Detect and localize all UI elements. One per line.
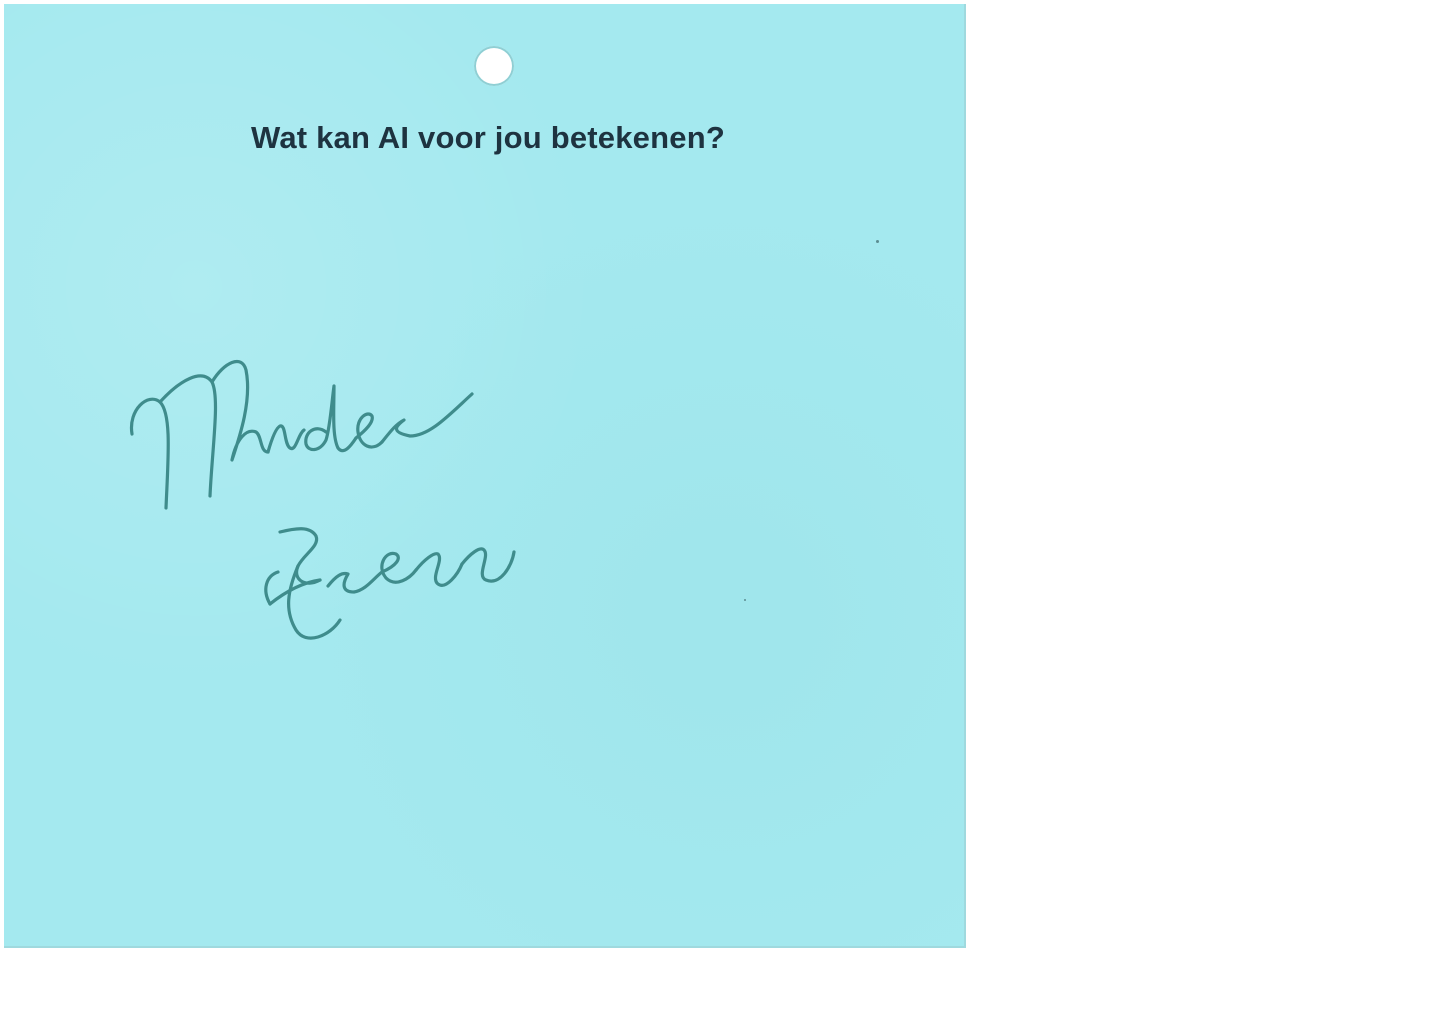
paper-speck	[744, 599, 746, 601]
handwritten-answer	[120, 340, 540, 660]
paper-speck	[876, 240, 879, 243]
card-question: Wat kan AI voor jou betekenen?	[251, 120, 725, 155]
punch-hole	[474, 46, 514, 86]
scanned-page: Wat kan AI voor jou betekenen?	[0, 0, 1432, 1010]
